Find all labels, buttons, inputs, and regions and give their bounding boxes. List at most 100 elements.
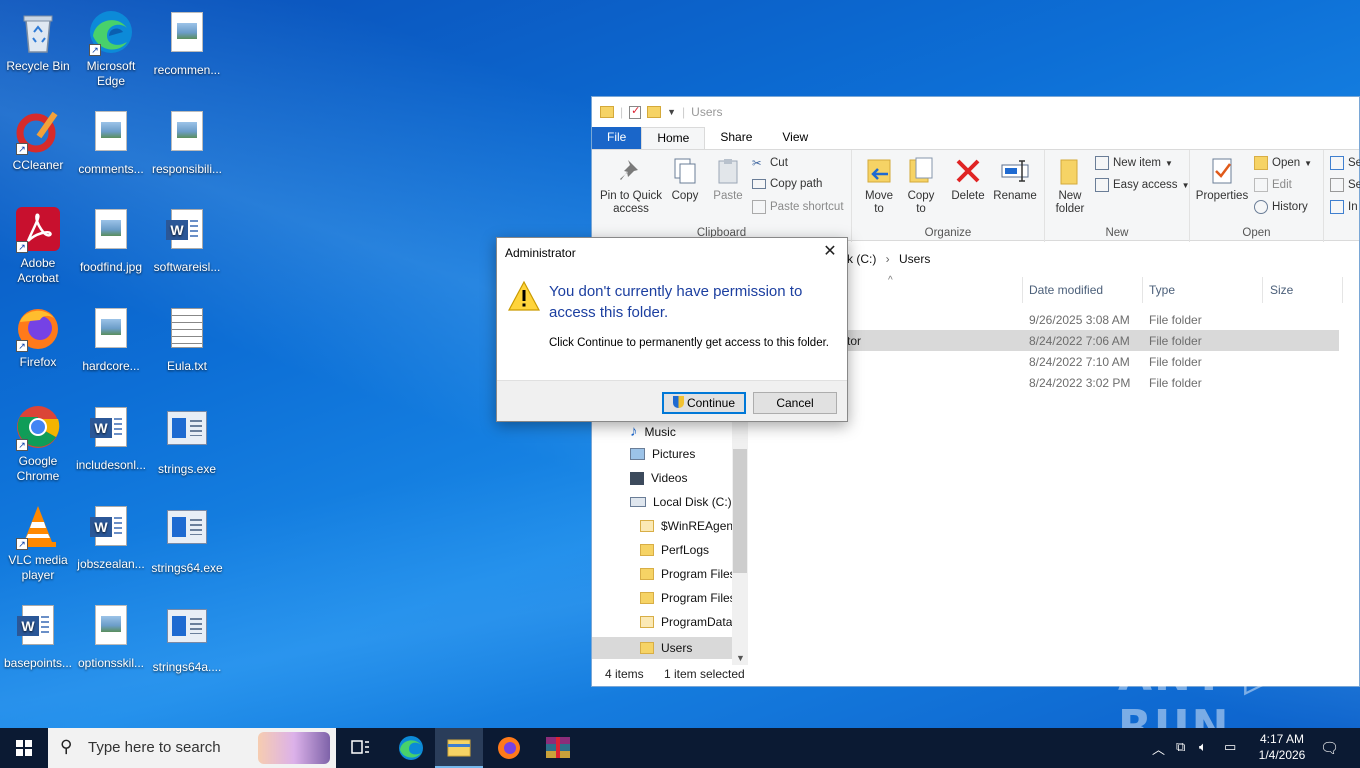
- start-button[interactable]: [0, 728, 48, 768]
- taskbar-winrar[interactable]: [534, 728, 582, 768]
- new-folder-button[interactable]: New folder: [1051, 156, 1089, 216]
- shortcut-arrow-icon: ↗: [16, 143, 28, 155]
- new-folder-icon: [1055, 156, 1085, 186]
- taskbar-firefox[interactable]: [485, 728, 533, 768]
- task-view-button[interactable]: [336, 728, 384, 768]
- edit-icon: [1254, 178, 1268, 192]
- nav-item-winreagent[interactable]: $WinREAgent: [640, 519, 736, 533]
- folder-icon: [600, 106, 614, 118]
- easy-access-label: Easy access: [1113, 179, 1178, 191]
- tab-home[interactable]: Home: [641, 127, 706, 149]
- desktop-icon-microsoft-edge[interactable]: ↗ Microsoft Edge: [73, 8, 149, 89]
- column-type[interactable]: Type: [1149, 283, 1175, 297]
- taskbar-edge[interactable]: [387, 728, 435, 768]
- desktop-icon-foodfind[interactable]: foodfind.jpg: [73, 205, 149, 275]
- row-type: File folder: [1149, 355, 1202, 369]
- desktop-icon-jobszealan[interactable]: W jobszealan...: [73, 502, 149, 572]
- taskbar-search-box[interactable]: ⚲ Type here to search: [48, 728, 336, 768]
- copy-button[interactable]: Copy: [668, 156, 702, 203]
- properties-button[interactable]: Properties: [1194, 156, 1250, 203]
- easy-access-button[interactable]: Easy access ▼: [1095, 178, 1189, 192]
- display-icon[interactable]: ▭: [1224, 739, 1236, 755]
- move-to-button[interactable]: Move to: [860, 156, 898, 216]
- desktop-icon-basepoints[interactable]: W basepoints...: [0, 601, 76, 671]
- pin-to-quick-access-button[interactable]: Pin to Quick access: [596, 156, 666, 216]
- desktop-icon-optionsskil[interactable]: optionsskil...: [73, 601, 149, 671]
- customize-dropdown-icon[interactable]: ▼: [667, 107, 676, 117]
- nav-item-program-files[interactable]: Program Files: [640, 567, 736, 581]
- desktop-icon-softwareisl[interactable]: W softwareisl...: [149, 205, 225, 275]
- column-size[interactable]: Size: [1270, 283, 1293, 297]
- edge-icon: ↗: [87, 8, 135, 56]
- music-note-icon: ♪: [630, 423, 638, 440]
- nav-item-users[interactable]: Users: [592, 637, 732, 659]
- delete-button[interactable]: Delete: [948, 156, 988, 203]
- desktop-icon-strings64a[interactable]: strings64a....: [149, 601, 225, 675]
- copy-to-button[interactable]: Copy to: [904, 156, 938, 216]
- select-all-button[interactable]: Se: [1330, 156, 1360, 170]
- desktop-icon-recycle-bin[interactable]: Recycle Bin: [0, 8, 76, 74]
- desktop-icon-strings-exe[interactable]: strings.exe: [149, 403, 225, 477]
- taskbar-file-explorer[interactable]: [435, 728, 483, 768]
- open-button[interactable]: Open ▼: [1254, 156, 1312, 170]
- continue-button[interactable]: Continue: [662, 392, 746, 414]
- nav-scrollbar[interactable]: ▼: [732, 419, 748, 665]
- volume-icon[interactable]: 🔈︎: [1199, 739, 1207, 755]
- desktop-icon-eula[interactable]: Eula.txt: [149, 304, 225, 374]
- select-none-button[interactable]: Se: [1330, 178, 1360, 192]
- desktop-icon-adobe-acrobat[interactable]: ↗ Adobe Acrobat: [0, 205, 76, 286]
- paste-button[interactable]: Paste: [708, 156, 748, 203]
- new-folder-quick-icon[interactable]: [647, 106, 662, 118]
- notifications-icon[interactable]: 🗨︎: [1320, 739, 1339, 757]
- desktop-icon-vlc[interactable]: ↗ VLC media player: [0, 502, 76, 583]
- cut-button[interactable]: ✂ Cut: [752, 156, 788, 170]
- address-bar[interactable]: k (C:) › Users: [847, 247, 1359, 271]
- nav-item-pictures[interactable]: Pictures: [630, 447, 695, 461]
- tab-share[interactable]: Share: [705, 127, 767, 149]
- tab-file[interactable]: File: [592, 127, 642, 149]
- new-item-button[interactable]: New item ▼: [1095, 156, 1173, 170]
- edit-button[interactable]: Edit: [1254, 178, 1292, 192]
- desktop-icon-includesonl[interactable]: W includesonl...: [73, 403, 149, 473]
- nav-item-programdata[interactable]: ProgramData: [640, 615, 732, 629]
- desktop-icon-hardcore[interactable]: hardcore...: [73, 304, 149, 374]
- folder-icon: [640, 544, 654, 556]
- scrollbar-thumb[interactable]: [733, 449, 747, 573]
- nav-item-perflogs[interactable]: PerfLogs: [640, 543, 709, 557]
- desktop-icon-ccleaner[interactable]: ↗ CCleaner: [0, 107, 76, 173]
- word-document-icon: W: [14, 605, 62, 653]
- rename-button[interactable]: Rename: [992, 156, 1038, 203]
- invert-selection-button[interactable]: In: [1330, 200, 1358, 214]
- column-date-modified[interactable]: Date modified: [1029, 283, 1103, 297]
- scroll-down-icon[interactable]: ▼: [736, 653, 745, 663]
- taskbar-clock[interactable]: 4:17 AM 1/4/2026: [1254, 731, 1310, 763]
- copy-path-button[interactable]: Copy path: [752, 178, 822, 190]
- permission-dialog[interactable]: Administrator ✕ You don't currently have…: [496, 237, 848, 422]
- title-separator: |: [682, 105, 686, 119]
- properties-quick-icon[interactable]: [629, 104, 642, 119]
- file-row-selected[interactable]: tor 8/24/2022 7:06 AM File folder: [847, 330, 1339, 351]
- title-separator: |: [620, 105, 624, 119]
- cancel-button[interactable]: Cancel: [753, 392, 837, 414]
- nav-item-program-files-x86[interactable]: Program Files: [640, 591, 736, 605]
- desktop-icon-responsibili[interactable]: responsibili...: [149, 107, 225, 177]
- desktop-icon-strings64-exe[interactable]: strings64.exe: [149, 502, 225, 576]
- tray-overflow-chevron-icon[interactable]: ︿: [1152, 739, 1165, 758]
- network-icon[interactable]: ⧉: [1176, 739, 1185, 755]
- history-button[interactable]: History: [1254, 200, 1308, 214]
- select-all-label: Se: [1348, 157, 1360, 169]
- tab-view[interactable]: View: [767, 127, 823, 149]
- nav-item-music[interactable]: ♪ Music: [630, 423, 676, 440]
- desktop-icon-firefox[interactable]: ↗ Firefox: [0, 304, 76, 370]
- desktop-icon-label: responsibili...: [151, 162, 223, 176]
- desktop-icon-recommen[interactable]: recommen...: [149, 8, 225, 78]
- breadcrumb-users[interactable]: Users: [899, 252, 930, 266]
- window-titlebar[interactable]: | ▼ | Users: [592, 97, 1359, 127]
- breadcrumb-drive[interactable]: k (C:): [847, 252, 876, 266]
- nav-item-local-disk[interactable]: Local Disk (C:): [630, 495, 732, 509]
- paste-shortcut-button[interactable]: Paste shortcut: [752, 200, 844, 214]
- dialog-close-icon[interactable]: ✕: [819, 242, 841, 264]
- desktop-icon-google-chrome[interactable]: ↗ Google Chrome: [0, 403, 76, 484]
- nav-item-videos[interactable]: Videos: [630, 471, 687, 485]
- desktop-icon-comments[interactable]: comments...: [73, 107, 149, 177]
